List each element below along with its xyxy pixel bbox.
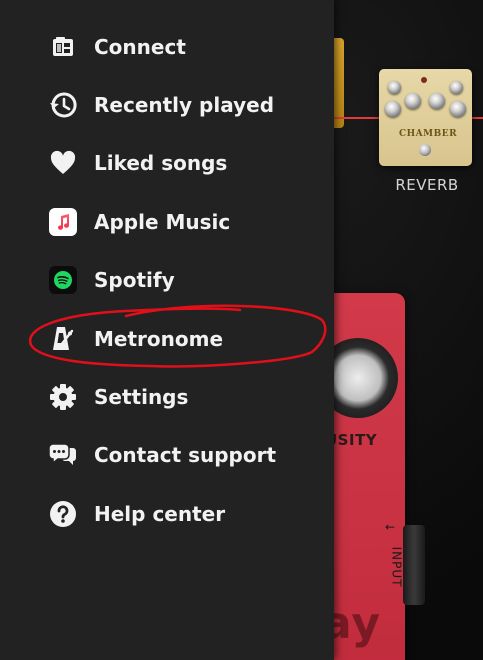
- menu-item-label: Settings: [94, 385, 189, 409]
- app-screen: CHAMBER REVERB USITY ay ← INPUT Connect …: [0, 0, 483, 660]
- menu-item-label: Liked songs: [94, 151, 228, 175]
- connect-icon: [46, 30, 80, 64]
- footswitch[interactable]: [419, 144, 431, 156]
- history-icon: [46, 88, 80, 122]
- patch-cable: [472, 117, 483, 119]
- menu-item-apple-music[interactable]: Apple Music: [0, 193, 334, 251]
- menu-item-label: Spotify: [94, 268, 175, 292]
- menu-item-label: Help center: [94, 502, 226, 526]
- pedal-brand: CHAMBER: [399, 129, 458, 139]
- menu-item-connect[interactable]: Connect: [0, 18, 334, 76]
- menu-item-metronome[interactable]: Metronome: [0, 310, 334, 368]
- menu-item-help-center[interactable]: Help center: [0, 485, 334, 543]
- menu-item-label: Metronome: [94, 327, 224, 351]
- menu-item-label: Recently played: [94, 93, 275, 117]
- heart-icon: [46, 146, 80, 180]
- menu-item-label: Contact support: [94, 443, 277, 467]
- input-label: INPUT: [389, 546, 404, 588]
- apple-music-icon: [46, 205, 80, 239]
- menu-item-label: Connect: [94, 35, 186, 59]
- chat-bubbles-icon: [46, 438, 80, 472]
- reverb-label: REVERB: [395, 176, 459, 194]
- menu-item-spotify[interactable]: Spotify: [0, 251, 334, 309]
- menu-item-contact-support[interactable]: Contact support: [0, 426, 334, 484]
- reverb-pedal[interactable]: CHAMBER: [379, 69, 472, 166]
- patch-cable: [330, 117, 382, 119]
- menu-item-label: Apple Music: [94, 210, 231, 234]
- menu-item-liked-songs[interactable]: Liked songs: [0, 134, 334, 192]
- spotify-icon: [46, 263, 80, 297]
- menu-item-settings[interactable]: Settings: [0, 368, 334, 426]
- arrow-left-icon: ←: [385, 520, 396, 534]
- menu-item-recently-played[interactable]: Recently played: [0, 76, 334, 134]
- gear-icon: [46, 380, 80, 414]
- knob[interactable]: [450, 81, 463, 94]
- metronome-icon: [46, 322, 80, 356]
- knob[interactable]: [385, 101, 401, 117]
- navigation-drawer: Connect Recently played Liked songs Appl…: [0, 0, 334, 660]
- knob[interactable]: [450, 101, 466, 117]
- help-icon: [46, 497, 80, 531]
- knob[interactable]: [405, 93, 421, 109]
- knob[interactable]: [388, 81, 401, 94]
- input-jack: [403, 525, 425, 605]
- pedal-led: [421, 77, 427, 83]
- knob[interactable]: [429, 93, 445, 109]
